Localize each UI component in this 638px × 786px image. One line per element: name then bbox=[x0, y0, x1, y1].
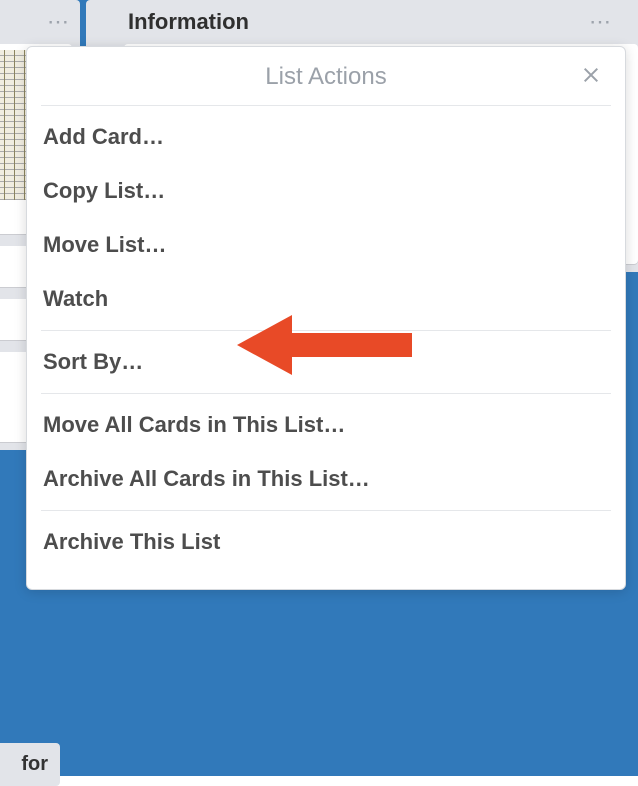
list-information-menu-button[interactable]: ⋯ bbox=[586, 8, 614, 36]
menu-sort-by[interactable]: Sort By… bbox=[41, 335, 611, 389]
menu-section-main: Add Card… Copy List… Move List… Watch bbox=[41, 106, 611, 330]
menu-archive-this-list[interactable]: Archive This List bbox=[41, 515, 611, 569]
list-left-menu-button[interactable]: ⋯ bbox=[44, 8, 72, 36]
popup-title: List Actions bbox=[265, 63, 386, 90]
menu-section-archive: Archive This List bbox=[41, 511, 611, 573]
card-fragment-bottom[interactable]: for bbox=[0, 743, 60, 786]
popup-header: List Actions bbox=[41, 47, 611, 105]
list-title[interactable]: Information bbox=[128, 9, 249, 35]
ellipsis-icon: ⋯ bbox=[47, 11, 69, 33]
close-icon bbox=[582, 66, 600, 84]
menu-section-bulk: Move All Cards in This List… Archive All… bbox=[41, 394, 611, 510]
menu-copy-list[interactable]: Copy List… bbox=[41, 164, 611, 218]
list-actions-popup: List Actions Add Card… Copy List… Move L… bbox=[26, 46, 626, 590]
menu-add-card[interactable]: Add Card… bbox=[41, 110, 611, 164]
list-information-header: Information ⋯ bbox=[94, 0, 638, 44]
ellipsis-icon: ⋯ bbox=[589, 11, 611, 33]
menu-archive-all-cards[interactable]: Archive All Cards in This List… bbox=[41, 452, 611, 506]
menu-move-all-cards[interactable]: Move All Cards in This List… bbox=[41, 398, 611, 452]
menu-section-sort: Sort By… bbox=[41, 331, 611, 393]
menu-move-list[interactable]: Move List… bbox=[41, 218, 611, 272]
menu-watch[interactable]: Watch bbox=[41, 272, 611, 326]
close-button[interactable] bbox=[577, 61, 605, 89]
list-left-header: ⋯ bbox=[0, 8, 72, 36]
